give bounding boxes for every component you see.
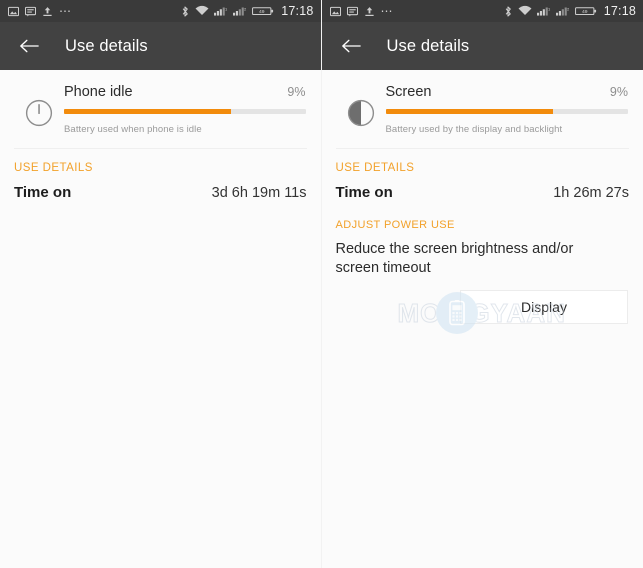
clock-label: 17:18 <box>281 4 314 18</box>
usage-percent: 9% <box>287 85 306 99</box>
toolbar: Use details <box>321 22 643 70</box>
usage-header-card: Phone idle 9% Battery used when phone is… <box>0 70 321 149</box>
page-title: Use details <box>386 36 470 55</box>
svg-text:2: 2 <box>567 7 570 12</box>
status-bar-left-icons: ⋯ <box>329 4 394 18</box>
usage-title: Screen <box>385 84 432 100</box>
signal-sim2-icon: 2 <box>233 5 247 17</box>
signal-sim1-icon: 1 <box>214 5 228 17</box>
bluetooth-icon <box>180 5 190 18</box>
svg-text:2: 2 <box>244 7 247 12</box>
brightness-icon <box>336 84 386 128</box>
detail-value: 3d 6h 19m 11s <box>211 185 307 201</box>
image-icon <box>8 6 19 17</box>
back-button[interactable] <box>14 31 44 61</box>
usage-percent: 9% <box>609 85 628 99</box>
toolbar: Use details <box>0 22 321 70</box>
more-dots-icon: ⋯ <box>380 4 394 18</box>
detail-row-time-on: Time on 1h 26m 27s <box>336 174 630 201</box>
status-bar-right-icons: 1 2 49 17:18 <box>503 4 636 18</box>
detail-key: Time on <box>14 184 72 201</box>
svg-text:1: 1 <box>225 7 228 12</box>
svg-text:1: 1 <box>548 7 551 12</box>
battery-icon: 49 <box>574 5 597 17</box>
message-icon <box>25 6 36 17</box>
use-details-label: USE DETAILS <box>14 162 93 174</box>
usage-progress-bar <box>64 109 306 114</box>
signal-sim2-icon: 2 <box>555 5 570 17</box>
section-divider <box>335 148 629 149</box>
section-divider <box>14 148 307 149</box>
use-details-section: USE DETAILS Time on 1h 26m 27s ADJUST PO… <box>322 149 643 324</box>
upload-icon <box>42 6 53 17</box>
wifi-icon <box>518 5 532 17</box>
back-button[interactable] <box>336 31 366 61</box>
adjust-power-use-text: Reduce the screen brightness and/or scre… <box>335 241 574 276</box>
power-icon <box>14 84 64 128</box>
signal-sim1-icon: 1 <box>536 5 551 17</box>
battery-icon: 49 <box>252 5 274 17</box>
status-bar-left-icons: ⋯ <box>8 4 72 18</box>
display-button[interactable]: Display <box>460 290 628 324</box>
status-bar-right-icons: 1 2 49 17:18 <box>180 4 313 18</box>
status-bar: ⋯ 1 2 49 17:18 <box>0 0 321 22</box>
use-details-label: USE DETAILS <box>335 162 415 174</box>
use-details-section: USE DETAILS Time on 3d 6h 19m 11s <box>0 149 321 201</box>
more-dots-icon: ⋯ <box>59 4 72 18</box>
svg-text:49: 49 <box>259 9 265 15</box>
page-title: Use details <box>65 36 148 55</box>
detail-key: Time on <box>335 184 393 201</box>
usage-subtitle: Battery used when phone is idle <box>64 124 202 135</box>
wifi-icon <box>195 5 209 17</box>
usage-header-card: Screen 9% Battery used by the display an… <box>321 70 643 149</box>
message-icon <box>346 6 358 17</box>
panel-screen: ⋯ 1 2 49 17:18 Use details Screen 9% Bat… <box>321 0 643 568</box>
detail-row-time-on: Time on 3d 6h 19m 11s <box>14 174 307 201</box>
upload-icon <box>364 6 375 17</box>
usage-subtitle: Battery used by the display and backligh… <box>385 124 563 135</box>
usage-progress-fill <box>385 109 553 114</box>
detail-value: 1h 26m 27s <box>553 185 629 201</box>
usage-progress-bar <box>385 109 628 114</box>
svg-text:49: 49 <box>582 9 588 15</box>
panel-phone-idle: ⋯ 1 2 49 17:18 Use details Phone idle 9%… <box>0 0 322 568</box>
screenshot-pair: ⋯ 1 2 49 17:18 Use details Phone idle 9%… <box>0 0 643 568</box>
usage-progress-fill <box>64 109 231 114</box>
image-icon <box>329 6 341 17</box>
adjust-power-use-label: ADJUST POWER USE <box>335 219 455 231</box>
usage-title: Phone idle <box>64 84 133 100</box>
bluetooth-icon <box>503 5 513 18</box>
clock-label: 17:18 <box>603 4 636 18</box>
status-bar: ⋯ 1 2 49 17:18 <box>321 0 643 22</box>
